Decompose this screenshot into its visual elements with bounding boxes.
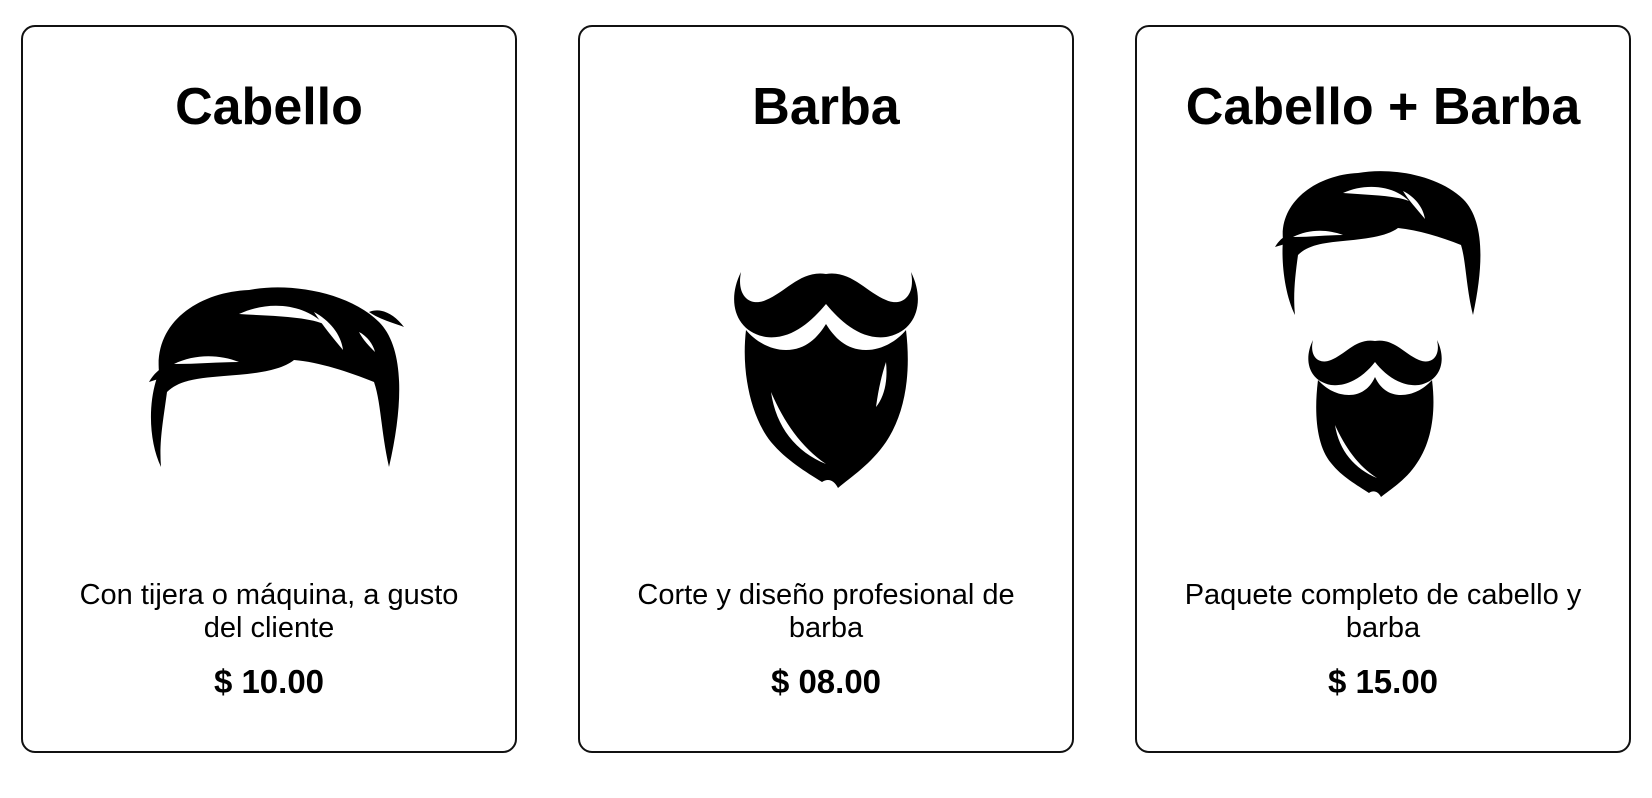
hair-icon (149, 287, 404, 467)
service-card-barba[interactable]: Barba Corte y diseño profesional de barb… (578, 25, 1074, 753)
service-title: Cabello (175, 78, 363, 136)
service-price: $ 10.00 (213, 663, 325, 700)
services-section: Cabello Con tijera o máquina, a gusto de… (0, 0, 1652, 798)
service-price: $ 15.00 (1327, 663, 1439, 700)
service-image (1137, 157, 1629, 577)
service-description: Corte y diseño profesional de barba (637, 579, 1015, 644)
service-card-cabello-barba[interactable]: Cabello + Barba Paquete completo de cabe… (1135, 25, 1631, 753)
service-price: $ 08.00 (770, 663, 882, 700)
service-image (580, 157, 1072, 577)
beard-icon (734, 272, 918, 488)
service-title: Cabello + Barba (1185, 78, 1581, 136)
service-image (23, 157, 515, 577)
hair-and-beard-icon (1275, 170, 1481, 497)
service-card-cabello[interactable]: Cabello Con tijera o máquina, a gusto de… (21, 25, 517, 753)
service-description: Con tijera o máquina, a gusto del client… (79, 579, 459, 644)
service-title: Barba (752, 78, 900, 136)
service-description: Paquete completo de cabello y barba (1184, 579, 1582, 644)
